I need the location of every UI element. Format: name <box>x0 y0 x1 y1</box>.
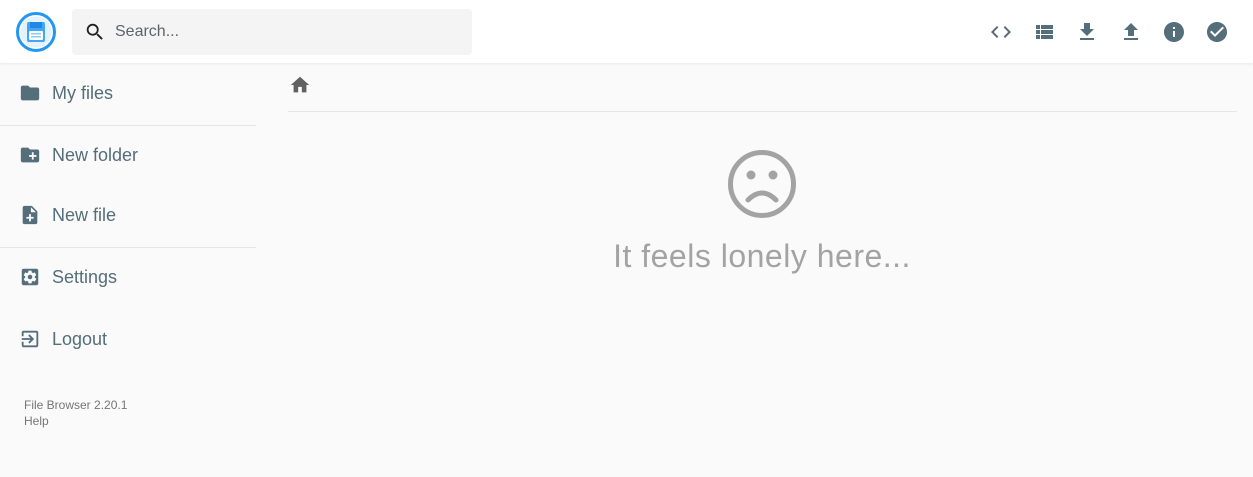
search-input[interactable] <box>115 9 465 55</box>
app-header <box>0 0 1253 63</box>
empty-state: It feels lonely here... <box>560 148 964 275</box>
header-actions <box>979 19 1239 45</box>
sidebar-item-label: Logout <box>52 328 108 349</box>
empty-message: It feels lonely here... <box>613 238 911 274</box>
info-button[interactable] <box>1152 19 1195 45</box>
sidebar-item-new-folder[interactable]: New folder <box>0 125 256 185</box>
check-circle-icon <box>1207 22 1228 42</box>
code-icon <box>990 26 1011 38</box>
select-multiple-button[interactable] <box>1196 19 1239 45</box>
sidebar-item-label: Settings <box>52 266 118 287</box>
download-button[interactable] <box>1066 19 1109 45</box>
sidebar-item-logout[interactable]: Logout <box>0 309 256 369</box>
switch-view-button[interactable] <box>1023 19 1066 45</box>
floppy-logo-icon <box>16 12 56 52</box>
home-icon[interactable] <box>289 74 311 96</box>
sidebar-item-my-files[interactable]: My files <box>0 63 256 123</box>
download-icon <box>1080 23 1095 40</box>
sidebar-item-label: My files <box>52 82 114 103</box>
sidebar-item-new-file[interactable]: New file <box>0 185 256 245</box>
upload-icon <box>1123 23 1138 40</box>
note-add-icon <box>22 205 38 225</box>
info-icon <box>1164 22 1185 42</box>
upload-button[interactable] <box>1109 19 1152 45</box>
sidebar-item-settings[interactable]: Settings <box>0 247 256 307</box>
app-logo[interactable] <box>16 12 56 52</box>
search-icon <box>86 23 103 40</box>
help-link[interactable]: Help <box>24 413 127 429</box>
toggle-shell-button[interactable] <box>979 19 1022 45</box>
search-box[interactable] <box>72 9 472 55</box>
folder-icon <box>20 85 40 101</box>
version-text: File Browser 2.20.1 <box>24 398 128 412</box>
sidebar: My files New folder New file Settings Lo… <box>0 63 256 477</box>
create-new-folder-icon <box>20 147 40 163</box>
exit-to-app-icon <box>21 330 39 348</box>
sidebar-credits: File Browser 2.20.1 Help <box>24 397 127 429</box>
sidebar-item-label: New folder <box>52 144 139 165</box>
list-view-icon <box>1036 25 1054 39</box>
sidebar-item-label: New file <box>52 204 117 225</box>
settings-icon <box>21 268 39 286</box>
sad-face-icon <box>728 150 796 218</box>
breadcrumb <box>288 72 1237 112</box>
